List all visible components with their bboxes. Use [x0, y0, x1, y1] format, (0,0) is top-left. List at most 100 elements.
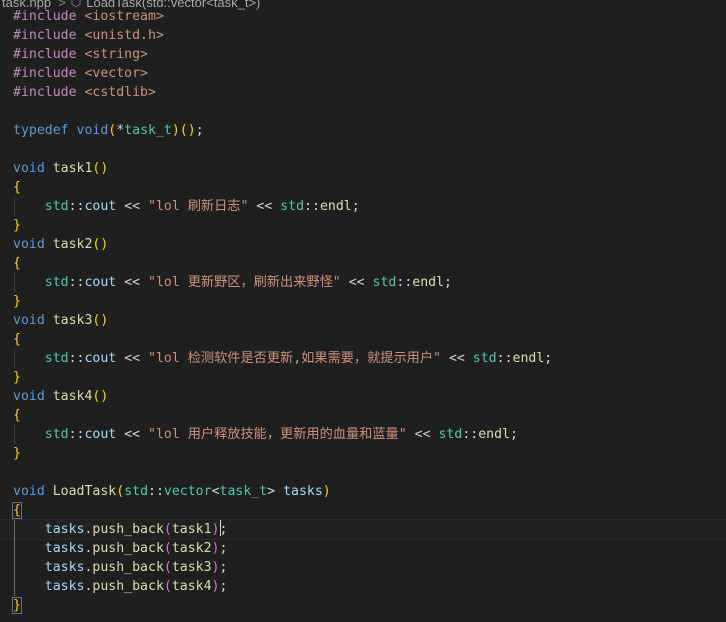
code-token: { [13, 408, 21, 423]
code-token: ) [171, 123, 180, 138]
code-token: "lol 更新野区，刷新出来野怪" [148, 275, 341, 290]
code-token: typedef [13, 123, 69, 138]
code-token: ( [163, 560, 172, 575]
code-token: cout [84, 351, 117, 366]
code-token: task2 [171, 541, 212, 556]
code-token: ) [211, 541, 220, 556]
code-token: ; [219, 560, 228, 575]
code-token: std [438, 427, 463, 442]
code-token: std [280, 199, 305, 214]
code-line: typedef void(*task_t)(); [0, 121, 726, 140]
code-token: << [348, 275, 365, 290]
code-token: << [124, 351, 141, 366]
code-token: cout [84, 275, 117, 290]
code-token: #include [13, 9, 77, 24]
code-token: LoadTask [52, 484, 117, 499]
code-token: ) [322, 484, 331, 499]
code-token: * [116, 123, 125, 138]
code-token: push_back [92, 541, 164, 556]
code-token: :: [68, 427, 85, 442]
code-token: #include [13, 66, 77, 81]
code-line: std::cout << "lol 更新野区，刷新出来野怪" << std::e… [0, 273, 726, 292]
code-line: #include <vector> [0, 64, 726, 83]
code-token: :: [304, 199, 320, 214]
code-token: tasks [44, 541, 85, 556]
code-token: } [13, 446, 21, 461]
code-token: #include [13, 28, 77, 43]
code-line: void task4() [0, 387, 726, 406]
code-token: endl [412, 275, 445, 290]
code-token: <cstdlib> [84, 85, 156, 100]
code-line: std::cout << "lol 用户释放技能，更新用的血量和蓝量" << s… [0, 425, 726, 444]
code-token: "lol 检测软件是否更新,如果需要，就提示用户" [148, 351, 441, 366]
code-line: #include <string> [0, 45, 726, 64]
code-line: tasks.push_back(task2); [0, 539, 726, 558]
code-token: ; [195, 123, 204, 138]
code-token: task1 [171, 522, 212, 537]
code-token: ( [163, 579, 172, 594]
code-token: std [44, 427, 69, 442]
code-token: ) [211, 579, 220, 594]
code-token: ( [163, 541, 172, 556]
code-token: :: [68, 199, 85, 214]
code-line: { [0, 254, 726, 273]
code-token: std [124, 484, 149, 499]
code-token: endl [478, 427, 510, 442]
code-token: task1 [52, 161, 93, 176]
code-token: task2 [52, 237, 93, 252]
code-token: ( [179, 123, 188, 138]
code-line: #include <unistd.h> [0, 26, 726, 45]
code-token: ) [187, 123, 196, 138]
code-token: endl [512, 351, 545, 366]
code-token: << [124, 199, 141, 214]
code-token: <string> [84, 47, 149, 62]
code-line-current: tasks.push_back(task1); [0, 519, 726, 540]
code-line: void task3() [0, 311, 726, 330]
code-token: } [12, 597, 22, 614]
code-line: } [0, 596, 726, 615]
code-token: :: [68, 351, 85, 366]
code-token: endl [319, 199, 352, 214]
code-token: #include [13, 47, 77, 62]
code-line: { [0, 178, 726, 197]
code-token: task4 [52, 389, 93, 404]
code-token: <unistd.h> [84, 28, 164, 43]
code-token: cout [84, 427, 117, 442]
code-token: << [256, 199, 273, 214]
indent-guide [14, 273, 15, 292]
code-token: tasks [44, 560, 85, 575]
code-editor[interactable]: task.hpp > ⬡ LoadTask(std::vector<task_t… [0, 0, 726, 622]
code-token: std [44, 275, 69, 290]
code-token: tasks [44, 522, 85, 537]
code-token: << [448, 351, 465, 366]
indent-guide-active [14, 520, 15, 596]
code-line: std::cout << "lol 检测软件是否更新,如果需要，就提示用户" <… [0, 349, 726, 368]
indent-guide [14, 197, 15, 216]
code-line: #include <cstdlib> [0, 83, 726, 102]
code-token: ; [509, 427, 518, 442]
code-area[interactable]: #include <iostream> #include <unistd.h> … [0, 7, 726, 615]
code-token: std [44, 351, 69, 366]
code-token: "lol 用户释放技能，更新用的血量和蓝量" [148, 427, 407, 442]
code-token: ) [100, 161, 109, 176]
code-token: ) [100, 389, 109, 404]
code-token: ; [219, 541, 228, 556]
code-token: ; [219, 579, 228, 594]
code-token: ) [211, 560, 220, 575]
code-token: task4 [171, 579, 212, 594]
code-token: :: [68, 275, 85, 290]
code-token: std [472, 351, 497, 366]
code-token: :: [496, 351, 513, 366]
code-line: } [0, 216, 726, 235]
code-line: void task2() [0, 235, 726, 254]
code-token: void [13, 389, 45, 404]
code-token: task3 [171, 560, 212, 575]
code-line: { [0, 330, 726, 349]
code-line: tasks.push_back(task3); [0, 558, 726, 577]
code-token: { [12, 502, 22, 519]
code-token: ; [544, 351, 553, 366]
code-token: :: [462, 427, 479, 442]
